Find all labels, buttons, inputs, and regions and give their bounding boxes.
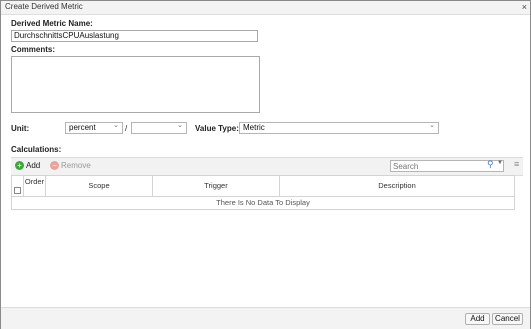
remove-calculation-label: Remove bbox=[61, 161, 91, 170]
dialog-footer: Add Cancel bbox=[1, 307, 530, 329]
calculations-grid: Order Scope Trigger Description There Is… bbox=[11, 175, 515, 210]
dialog-titlebar: Create Derived Metric × bbox=[1, 1, 530, 15]
derived-metric-name-input[interactable]: DurchschnittsCPUAuslastung bbox=[11, 30, 258, 42]
value-type-select-value: Metric bbox=[243, 123, 265, 132]
chevron-down-icon: ⌄ bbox=[177, 122, 183, 129]
select-all-cell bbox=[12, 176, 24, 196]
chevron-down-icon[interactable]: ▼ bbox=[497, 160, 503, 166]
column-header-scope[interactable]: Scope bbox=[46, 176, 153, 196]
comments-label: Comments: bbox=[11, 45, 56, 54]
unit-select[interactable]: percent ⌄ bbox=[65, 122, 123, 134]
minus-circle-icon: − bbox=[50, 161, 59, 171]
column-header-trigger[interactable]: Trigger bbox=[153, 176, 280, 196]
chevron-down-icon: ⌄ bbox=[113, 122, 119, 129]
plus-circle-icon: + bbox=[15, 161, 24, 171]
column-header-description[interactable]: Description bbox=[280, 176, 514, 196]
create-derived-metric-dialog: Create Derived Metric × Derived Metric N… bbox=[0, 0, 531, 329]
remove-calculation-button[interactable]: − Remove bbox=[50, 160, 91, 172]
calculations-toolbar: +Add −Remove ⚲ ▼ ≡ bbox=[11, 157, 523, 176]
value-type-select[interactable]: Metric ⌄ bbox=[239, 122, 439, 134]
comments-textarea[interactable] bbox=[11, 56, 260, 113]
grid-header: Order Scope Trigger Description bbox=[12, 176, 514, 197]
derived-metric-name-label: Derived Metric Name: bbox=[11, 19, 93, 28]
unit-separator: / bbox=[125, 124, 128, 133]
empty-grid-message: There Is No Data To Display bbox=[216, 198, 310, 207]
dialog-title: Create Derived Metric bbox=[5, 2, 83, 11]
cancel-button[interactable]: Cancel bbox=[492, 313, 523, 325]
value-type-label: Value Type: bbox=[195, 124, 239, 133]
select-all-checkbox[interactable] bbox=[14, 187, 21, 194]
close-icon[interactable]: × bbox=[522, 1, 527, 13]
column-header-order[interactable]: Order bbox=[24, 176, 46, 196]
add-calculation-button[interactable]: + Add bbox=[15, 160, 40, 172]
column-menu-icon[interactable]: ≡ bbox=[514, 159, 519, 169]
chevron-down-icon: ⌄ bbox=[429, 122, 435, 129]
unit-denominator-select[interactable]: ⌄ bbox=[131, 122, 187, 134]
add-calculation-label: Add bbox=[26, 161, 41, 170]
unit-select-value: percent bbox=[69, 123, 96, 132]
magnifier-icon[interactable]: ⚲ bbox=[487, 159, 494, 170]
unit-label: Unit: bbox=[11, 124, 30, 133]
calculations-label: Calculations: bbox=[11, 145, 62, 154]
add-button[interactable]: Add bbox=[465, 313, 490, 325]
